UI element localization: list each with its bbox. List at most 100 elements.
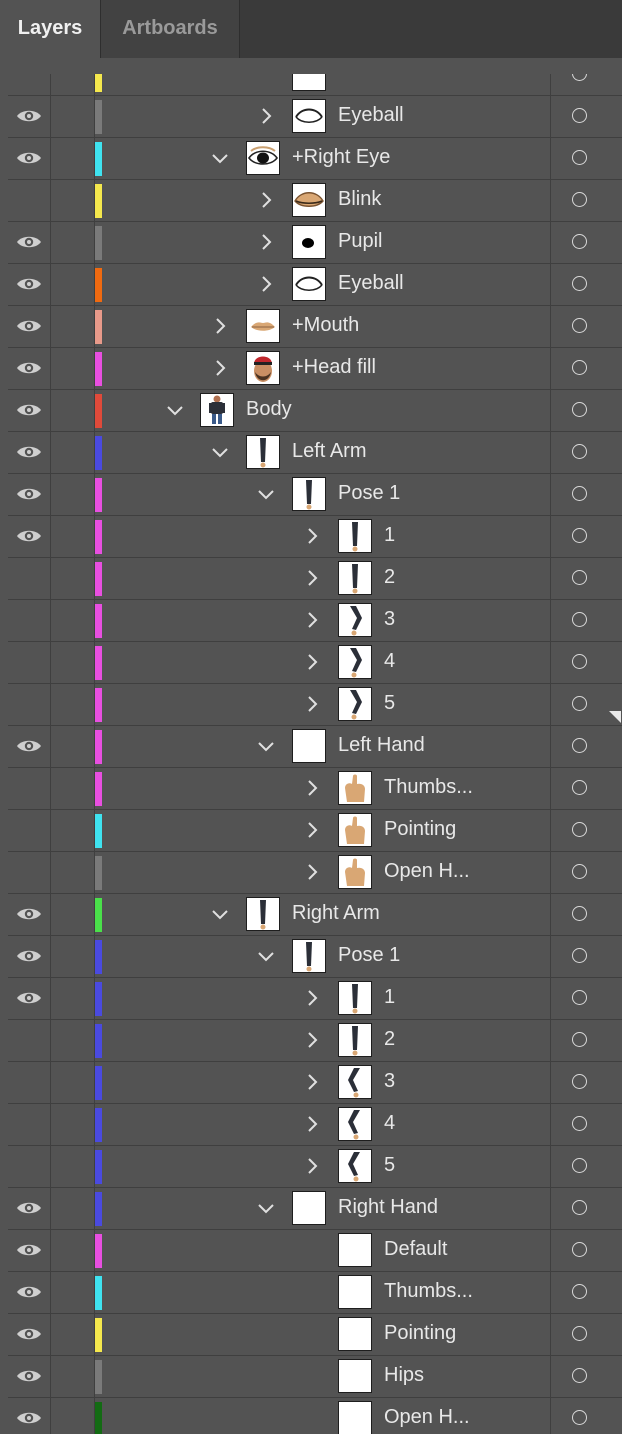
lock-toggle[interactable]	[50, 1272, 95, 1313]
layer-name[interactable]: Default	[384, 1238, 447, 1261]
visibility-toggle[interactable]	[8, 74, 51, 95]
target-cell[interactable]	[550, 894, 622, 935]
target-cell[interactable]	[550, 138, 622, 179]
chevron-down-icon[interactable]	[257, 485, 275, 503]
chevron-right-icon[interactable]	[257, 191, 275, 209]
layer-name[interactable]: Pose 1	[338, 944, 400, 967]
chevron-right-icon[interactable]	[303, 1115, 321, 1133]
layer-name[interactable]: 1	[384, 524, 395, 547]
target-cell[interactable]	[550, 768, 622, 809]
lock-toggle[interactable]	[50, 1356, 95, 1397]
target-cell[interactable]	[550, 600, 622, 641]
target-circle-icon[interactable]	[572, 1284, 587, 1299]
tab-artboards[interactable]: Artboards	[100, 0, 240, 58]
visibility-toggle[interactable]	[8, 768, 51, 809]
layer-row[interactable]: Pointing	[8, 810, 622, 852]
layer-row[interactable]: 5	[8, 684, 622, 726]
chevron-right-icon[interactable]	[303, 569, 321, 587]
target-cell[interactable]	[550, 96, 622, 137]
target-cell[interactable]	[550, 306, 622, 347]
target-circle-icon[interactable]	[572, 654, 587, 669]
target-cell[interactable]	[550, 348, 622, 389]
layer-name[interactable]: 2	[384, 1028, 395, 1051]
lock-toggle[interactable]	[50, 978, 95, 1019]
target-cell[interactable]	[550, 1272, 622, 1313]
layer-row[interactable]: Pupil	[8, 222, 622, 264]
visibility-toggle[interactable]	[8, 390, 51, 431]
target-circle-icon[interactable]	[572, 822, 587, 837]
lock-toggle[interactable]	[50, 1398, 95, 1434]
visibility-toggle[interactable]	[8, 474, 51, 515]
target-circle-icon[interactable]	[572, 696, 587, 711]
target-cell[interactable]	[550, 516, 622, 557]
visibility-toggle[interactable]	[8, 432, 51, 473]
layer-name[interactable]: Open H...	[384, 860, 470, 883]
layer-name[interactable]: Left Hand	[338, 734, 425, 757]
lock-toggle[interactable]	[50, 936, 95, 977]
layer-row[interactable]: 4	[8, 642, 622, 684]
target-circle-icon[interactable]	[572, 780, 587, 795]
chevron-right-icon[interactable]	[303, 989, 321, 1007]
lock-toggle[interactable]	[50, 1146, 95, 1187]
layer-row[interactable]: 1	[8, 516, 622, 558]
lock-toggle[interactable]	[50, 642, 95, 683]
chevron-down-icon[interactable]	[257, 1199, 275, 1217]
chevron-down-icon[interactable]	[211, 905, 229, 923]
chevron-right-icon[interactable]	[303, 1031, 321, 1049]
visibility-toggle[interactable]	[8, 1356, 51, 1397]
chevron-down-icon[interactable]	[257, 947, 275, 965]
visibility-toggle[interactable]	[8, 180, 51, 221]
layer-name[interactable]: Pointing	[384, 818, 456, 841]
target-circle-icon[interactable]	[572, 1368, 587, 1383]
target-cell[interactable]	[550, 1398, 622, 1434]
layer-name[interactable]: +Mouth	[292, 314, 359, 337]
target-circle-icon[interactable]	[572, 570, 587, 585]
lock-toggle[interactable]	[50, 96, 95, 137]
target-cell[interactable]	[550, 978, 622, 1019]
lock-toggle[interactable]	[50, 1230, 95, 1271]
chevron-right-icon[interactable]	[303, 779, 321, 797]
visibility-toggle[interactable]	[8, 852, 51, 893]
layer-row[interactable]: Pointing	[8, 1314, 622, 1356]
layer-row[interactable]: Body	[8, 390, 622, 432]
target-circle-icon[interactable]	[572, 528, 587, 543]
layer-name[interactable]: Right Arm	[292, 902, 380, 925]
target-circle-icon[interactable]	[572, 108, 587, 123]
visibility-toggle[interactable]	[8, 1062, 51, 1103]
layer-name[interactable]: 2	[384, 566, 395, 589]
visibility-toggle[interactable]	[8, 600, 51, 641]
target-cell[interactable]	[550, 432, 622, 473]
lock-toggle[interactable]	[50, 1104, 95, 1145]
visibility-toggle[interactable]	[8, 306, 51, 347]
target-cell[interactable]	[550, 1146, 622, 1187]
layer-row[interactable]: 1	[8, 978, 622, 1020]
layer-row[interactable]: Thumbs...	[8, 768, 622, 810]
layer-row[interactable]: Pose 1	[8, 936, 622, 978]
lock-toggle[interactable]	[50, 684, 95, 725]
target-cell[interactable]	[550, 1188, 622, 1229]
chevron-right-icon[interactable]	[303, 527, 321, 545]
layer-name[interactable]: +Head fill	[292, 356, 376, 379]
layer-name[interactable]: Thumbs...	[384, 1280, 473, 1303]
lock-toggle[interactable]	[50, 1062, 95, 1103]
visibility-toggle[interactable]	[8, 516, 51, 557]
layer-row[interactable]: 4	[8, 1104, 622, 1146]
visibility-toggle[interactable]	[8, 264, 51, 305]
chevron-right-icon[interactable]	[303, 653, 321, 671]
layer-name[interactable]: Thumbs...	[384, 776, 473, 799]
layer-name[interactable]: Eyeball	[338, 272, 404, 295]
lock-toggle[interactable]	[50, 306, 95, 347]
chevron-right-icon[interactable]	[303, 1073, 321, 1091]
lock-toggle[interactable]	[50, 138, 95, 179]
panel-resize-corner[interactable]	[609, 711, 621, 723]
target-cell[interactable]	[550, 264, 622, 305]
lock-toggle[interactable]	[50, 810, 95, 851]
target-circle-icon[interactable]	[572, 1326, 587, 1341]
layer-row[interactable]: 3	[8, 600, 622, 642]
chevron-right-icon[interactable]	[303, 695, 321, 713]
layer-row[interactable]: 2	[8, 1020, 622, 1062]
lock-toggle[interactable]	[50, 1314, 95, 1355]
target-circle-icon[interactable]	[572, 276, 587, 291]
lock-toggle[interactable]	[50, 264, 95, 305]
layer-row[interactable]: 2	[8, 558, 622, 600]
